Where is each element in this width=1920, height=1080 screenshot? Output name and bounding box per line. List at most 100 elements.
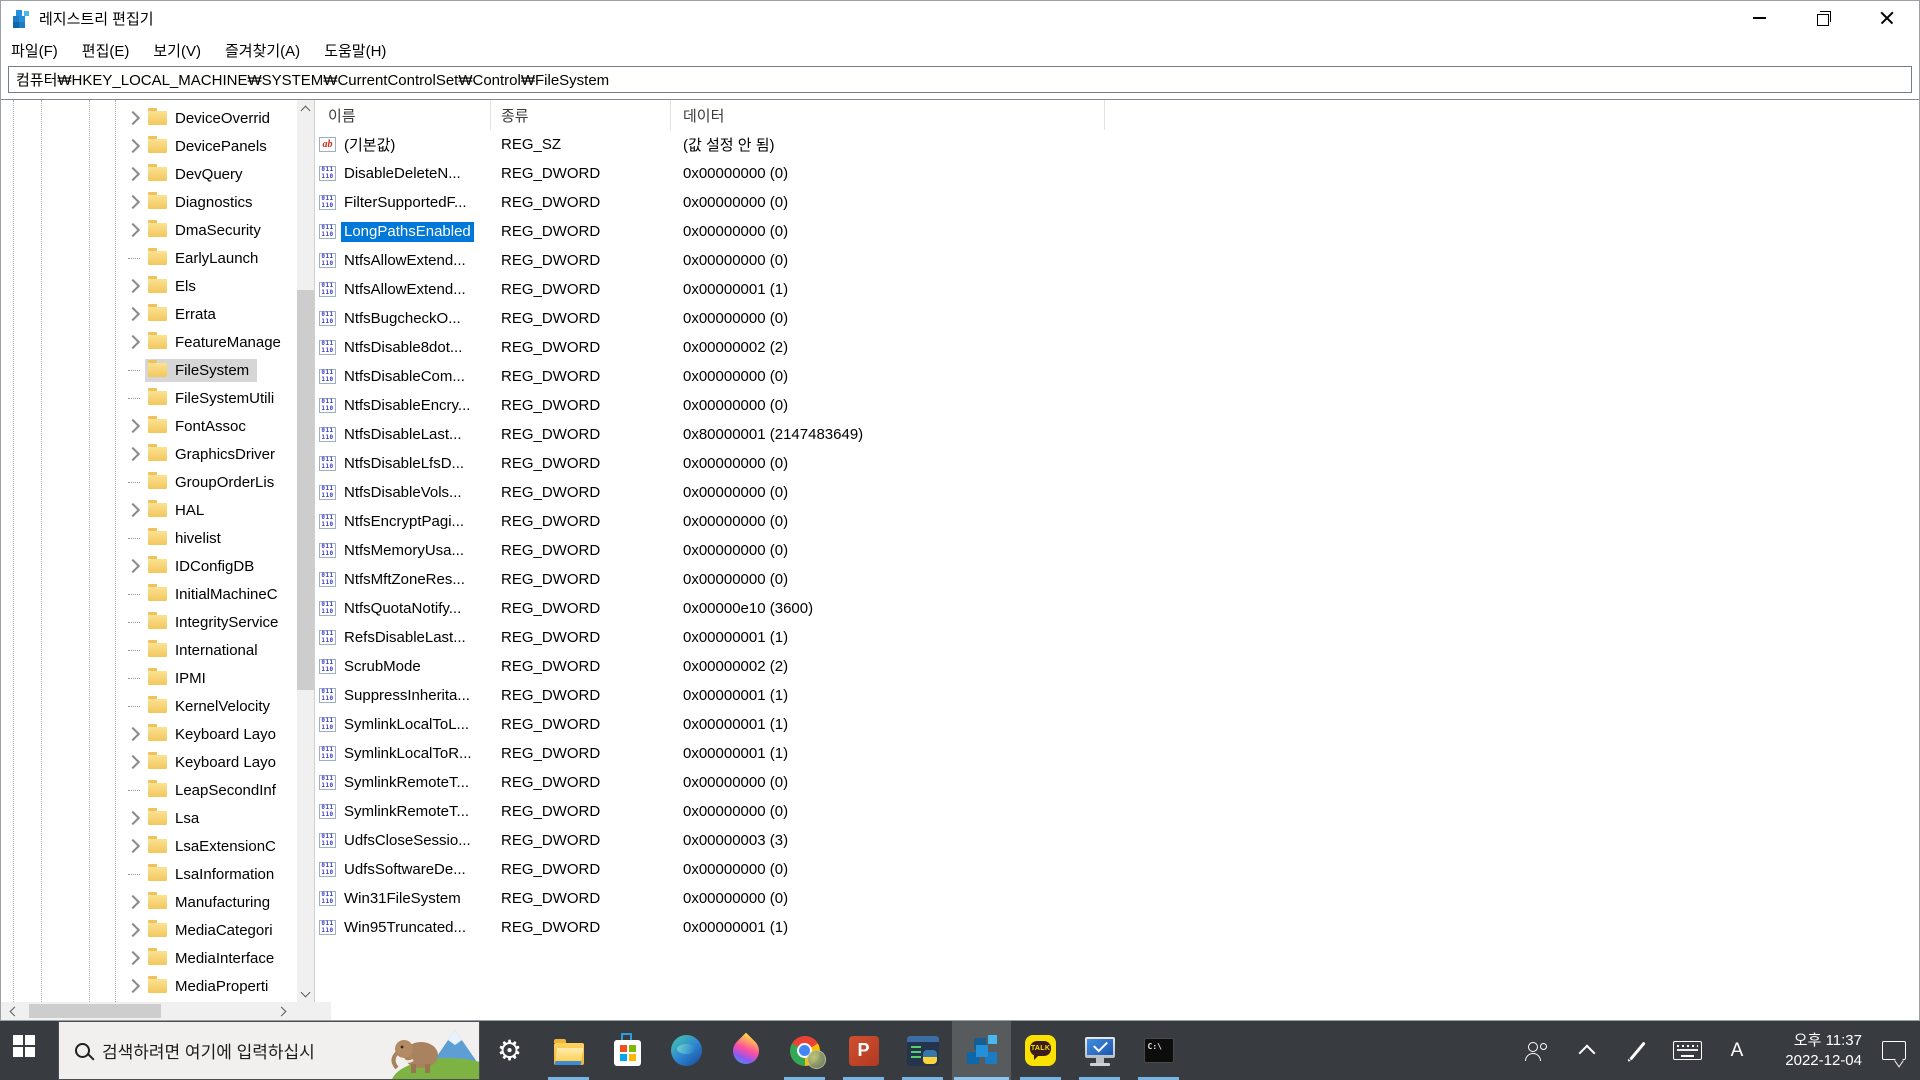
- registry-value-row[interactable]: SymlinkLocalToR... REG_DWORD 0x00000001 …: [315, 739, 1919, 768]
- tree-item[interactable]: Keyboard Layo: [1, 720, 297, 748]
- value-name-cell[interactable]: (기본값): [315, 133, 491, 157]
- tree-item[interactable]: DevicePanels: [1, 132, 297, 160]
- tree-item-body[interactable]: DevQuery: [145, 163, 251, 186]
- registry-value-row[interactable]: ScrubMode REG_DWORD 0x00000002 (2): [315, 652, 1919, 681]
- tree-expand-toggle[interactable]: [125, 137, 143, 155]
- tree-item-body[interactable]: Keyboard Layo: [145, 723, 284, 746]
- tree-expand-toggle[interactable]: [125, 165, 143, 183]
- taskbar-store-button[interactable]: [598, 1021, 657, 1080]
- registry-value-row[interactable]: LongPathsEnabled REG_DWORD 0x00000000 (0…: [315, 217, 1919, 246]
- taskbar-chrome-button[interactable]: [775, 1021, 834, 1080]
- tree-item[interactable]: IDConfigDB: [1, 552, 297, 580]
- tree-item[interactable]: FeatureManage: [1, 328, 297, 356]
- taskbar-search-box[interactable]: 검색하려면 여기에 입력하십시: [58, 1021, 480, 1080]
- tree-expand-toggle[interactable]: [125, 109, 143, 127]
- tree-expand-toggle[interactable]: [125, 865, 143, 883]
- tree-item[interactable]: GroupOrderLis: [1, 468, 297, 496]
- scroll-right-arrow[interactable]: [274, 1002, 291, 1020]
- tree-expand-toggle[interactable]: [125, 669, 143, 687]
- tree-item-body[interactable]: FontAssoc: [145, 415, 254, 438]
- value-name-cell[interactable]: NtfsDisableVols...: [315, 483, 491, 503]
- scroll-up-arrow[interactable]: [297, 100, 314, 117]
- tree-expand-toggle[interactable]: [125, 921, 143, 939]
- registry-value-row[interactable]: NtfsBugcheckO... REG_DWORD 0x00000000 (0…: [315, 304, 1919, 333]
- tree-expand-toggle[interactable]: [125, 333, 143, 351]
- tree-expand-toggle[interactable]: [125, 977, 143, 995]
- tree-item-body[interactable]: FileSystemUtili: [145, 387, 282, 410]
- value-name-cell[interactable]: RefsDisableLast...: [315, 628, 491, 648]
- value-name-cell[interactable]: SymlinkRemoteT...: [315, 773, 491, 793]
- menu-item[interactable]: 편집(E): [82, 40, 130, 61]
- tree-expand-toggle[interactable]: [125, 417, 143, 435]
- tree-item-body[interactable]: hivelist: [145, 527, 229, 550]
- taskbar-regedit-button[interactable]: [952, 1021, 1011, 1080]
- tree-expand-toggle[interactable]: [125, 585, 143, 603]
- tree-expand-toggle[interactable]: [125, 837, 143, 855]
- value-name-cell[interactable]: NtfsMemoryUsa...: [315, 541, 491, 561]
- tree-item[interactable]: HAL: [1, 496, 297, 524]
- tree-item[interactable]: Lsa: [1, 804, 297, 832]
- column-header-name[interactable]: 이름: [315, 100, 491, 130]
- tree-item-body[interactable]: DmaSecurity: [145, 219, 269, 242]
- taskbar-ppt-button[interactable]: P: [834, 1021, 893, 1080]
- tree-expand-toggle[interactable]: [125, 557, 143, 575]
- value-name-cell[interactable]: NtfsEncryptPagi...: [315, 512, 491, 532]
- tree-item[interactable]: FileSystem: [1, 356, 297, 384]
- tree-item[interactable]: FileSystemUtili: [1, 384, 297, 412]
- registry-value-row[interactable]: DisableDeleteN... REG_DWORD 0x00000000 (…: [315, 159, 1919, 188]
- start-button[interactable]: [0, 1021, 58, 1080]
- taskbar-drop-button[interactable]: [716, 1021, 775, 1080]
- tree-expand-toggle[interactable]: [125, 221, 143, 239]
- tree-expand-toggle[interactable]: [125, 641, 143, 659]
- menu-item[interactable]: 즐겨찾기(A): [225, 40, 300, 61]
- value-name-cell[interactable]: Win95Truncated...: [315, 918, 491, 938]
- tree-expand-toggle[interactable]: [125, 753, 143, 771]
- registry-value-row[interactable]: NtfsDisableCom... REG_DWORD 0x00000000 (…: [315, 362, 1919, 391]
- tree-item[interactable]: GraphicsDriver: [1, 440, 297, 468]
- tree-expand-toggle[interactable]: [125, 361, 143, 379]
- windows-ink-button[interactable]: [1612, 1021, 1662, 1080]
- value-name-cell[interactable]: NtfsDisableCom...: [315, 367, 491, 387]
- tree-item-body[interactable]: Els: [145, 275, 204, 298]
- tree-item-body[interactable]: Diagnostics: [145, 191, 261, 214]
- scroll-left-arrow[interactable]: [5, 1002, 22, 1020]
- tree-expand-toggle[interactable]: [125, 249, 143, 267]
- registry-value-row[interactable]: SuppressInherita... REG_DWORD 0x00000001…: [315, 681, 1919, 710]
- value-name-cell[interactable]: UdfsCloseSessio...: [315, 831, 491, 851]
- tree-item[interactable]: MediaCategori: [1, 916, 297, 944]
- horizontal-scroll-thumb[interactable]: [29, 1004, 161, 1018]
- registry-value-row[interactable]: NtfsAllowExtend... REG_DWORD 0x00000000 …: [315, 246, 1919, 275]
- column-header-type[interactable]: 종류: [491, 100, 671, 130]
- tree-expand-toggle[interactable]: [125, 725, 143, 743]
- address-bar[interactable]: [8, 66, 1912, 93]
- minimize-button[interactable]: [1727, 1, 1791, 35]
- taskbar-edge-button[interactable]: [657, 1021, 716, 1080]
- tree-item[interactable]: Keyboard Layo: [1, 748, 297, 776]
- touch-keyboard-button[interactable]: [1662, 1021, 1712, 1080]
- tree-item[interactable]: Diagnostics: [1, 188, 297, 216]
- value-name-cell[interactable]: NtfsAllowExtend...: [315, 280, 491, 300]
- registry-value-row[interactable]: NtfsMftZoneRes... REG_DWORD 0x00000000 (…: [315, 565, 1919, 594]
- vertical-scroll-thumb[interactable]: [297, 290, 314, 690]
- taskbar-pccheck-button[interactable]: [1070, 1021, 1129, 1080]
- tree-item[interactable]: International: [1, 636, 297, 664]
- scroll-down-arrow[interactable]: [297, 985, 314, 1002]
- registry-value-row[interactable]: SymlinkLocalToL... REG_DWORD 0x00000001 …: [315, 710, 1919, 739]
- tree-item[interactable]: InitialMachineC: [1, 580, 297, 608]
- tree-expand-toggle[interactable]: [125, 529, 143, 547]
- tree-vertical-scrollbar[interactable]: [297, 100, 314, 1002]
- registry-value-row[interactable]: UdfsCloseSessio... REG_DWORD 0x00000003 …: [315, 826, 1919, 855]
- value-name-cell[interactable]: SymlinkLocalToL...: [315, 715, 491, 735]
- registry-value-row[interactable]: NtfsEncryptPagi... REG_DWORD 0x00000000 …: [315, 507, 1919, 536]
- registry-value-row[interactable]: RefsDisableLast... REG_DWORD 0x00000001 …: [315, 623, 1919, 652]
- value-name-cell[interactable]: Win31FileSystem: [315, 889, 491, 909]
- registry-value-row[interactable]: SymlinkRemoteT... REG_DWORD 0x00000000 (…: [315, 797, 1919, 826]
- tree-expand-toggle[interactable]: [125, 781, 143, 799]
- restore-button[interactable]: [1791, 1, 1855, 35]
- tree-item[interactable]: LsaInformation: [1, 860, 297, 888]
- tree-item[interactable]: IPMI: [1, 664, 297, 692]
- tree-item-body[interactable]: Manufacturing: [145, 891, 278, 914]
- value-name-cell[interactable]: LongPathsEnabled: [315, 221, 491, 242]
- value-name-cell[interactable]: SymlinkRemoteT...: [315, 802, 491, 822]
- tree-item-body[interactable]: IPMI: [145, 667, 214, 690]
